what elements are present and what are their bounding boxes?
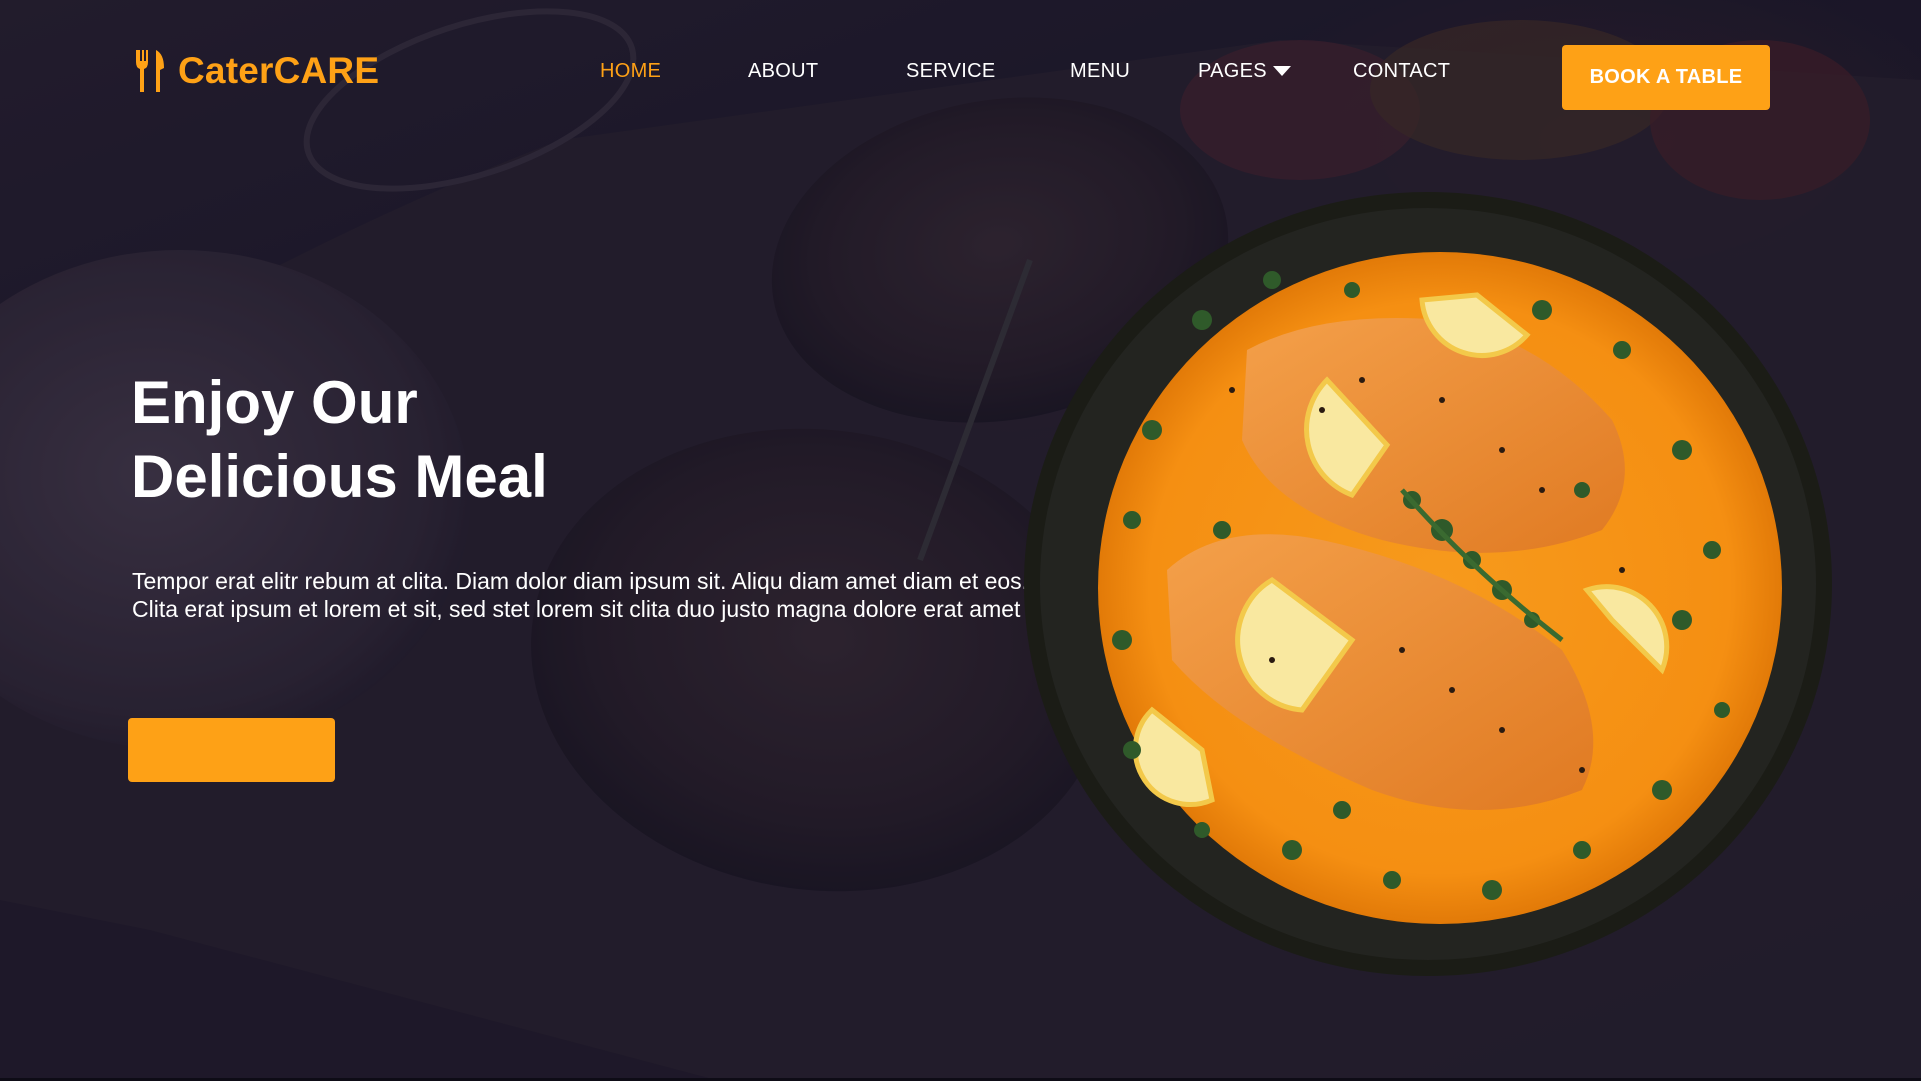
hero-description: Tempor erat elitr rebum at clita. Diam d…	[132, 568, 1029, 622]
hero-cta-button[interactable]	[128, 718, 335, 782]
hero-title: Enjoy Our Delicious Meal	[131, 366, 831, 514]
nav-item-menu[interactable]: MENU	[1070, 60, 1130, 83]
nav-item-contact[interactable]: CONTACT	[1353, 60, 1450, 83]
nav-item-about[interactable]: ABOUT	[748, 60, 818, 83]
navbar: CaterCARE HOME ABOUT SERVICE MENU PAGES …	[0, 0, 1921, 160]
nav-item-pages[interactable]: PAGES	[1198, 60, 1291, 83]
page: CaterCARE HOME ABOUT SERVICE MENU PAGES …	[0, 0, 1921, 1081]
nav-item-service[interactable]: SERVICE	[906, 60, 996, 83]
nav-item-home[interactable]: HOME	[600, 60, 661, 83]
caret-down-icon	[1272, 65, 1291, 76]
salmon-curry-dish-image	[1024, 192, 1832, 976]
hero-title-line-2: Delicious Meal	[131, 443, 548, 510]
book-a-table-button[interactable]: BOOK A TABLE	[1562, 45, 1770, 110]
hero-title-line-1: Enjoy Our	[131, 369, 418, 436]
nav-item-pages-label: PAGES	[1198, 60, 1267, 82]
